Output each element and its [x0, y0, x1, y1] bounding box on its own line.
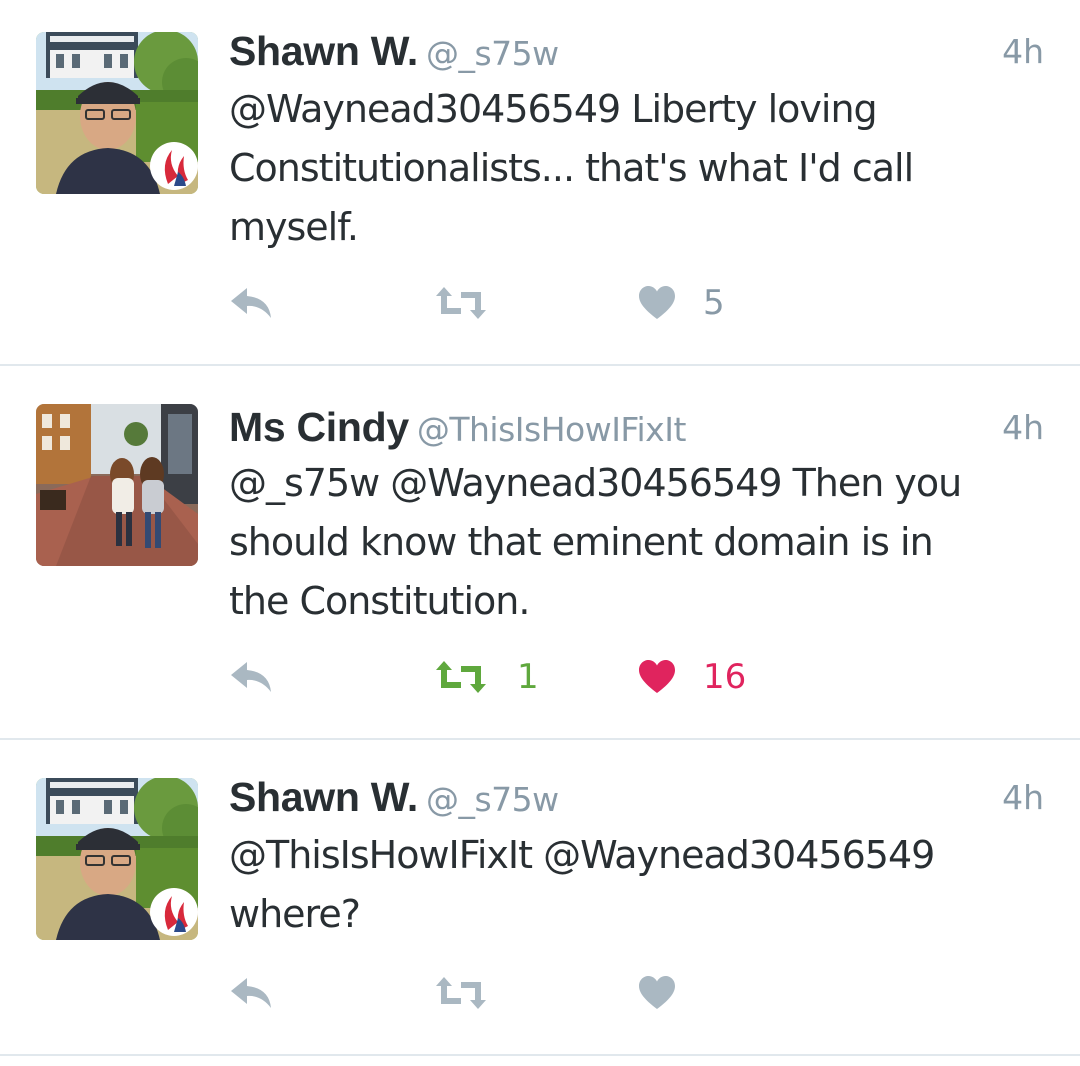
heart-icon — [639, 660, 675, 693]
author-name[interactable]: Ms Cindy — [229, 404, 409, 450]
reply-button[interactable] — [229, 652, 275, 702]
reply-button[interactable] — [229, 968, 275, 1018]
retweet-icon — [436, 287, 486, 319]
tweet-header: Shawn W. @_s75w 4h — [229, 774, 1044, 822]
retweet-button[interactable] — [433, 968, 517, 1018]
tweet[interactable]: Shawn W. @_s75w 4h @Waynead30456549 Liber… — [0, 0, 1080, 366]
avatar-photo-two-girls-walking — [36, 404, 198, 566]
like-button[interactable]: 16 — [637, 652, 746, 702]
reply-arrow-icon — [231, 662, 271, 692]
tweet-text-line: myself. — [229, 205, 359, 249]
like-button[interactable]: 5 — [637, 278, 725, 328]
timestamp[interactable]: 4h — [1002, 32, 1044, 71]
reply-button[interactable] — [229, 278, 275, 328]
timestamp[interactable]: 4h — [1002, 408, 1044, 447]
tweet-text: @_s75w @Waynead30456549 Then you should … — [229, 454, 1029, 631]
timestamp[interactable]: 4h — [1002, 778, 1044, 817]
tweet-header: Shawn W. @_s75w 4h — [229, 28, 1044, 76]
retweet-icon — [436, 977, 486, 1009]
heart-icon — [639, 976, 675, 1009]
tweet-text-line: should know that eminent domain is in — [229, 520, 934, 564]
tweet-header: Ms Cindy @ThisIsHowIFixIt 4h — [229, 404, 1044, 452]
like-button[interactable] — [637, 968, 703, 1018]
author-handle[interactable]: @_s75w — [426, 780, 559, 819]
retweet-icon — [436, 661, 486, 693]
avatar-photo-man-with-cap — [36, 32, 198, 194]
avatar[interactable] — [36, 32, 198, 194]
retweet-button[interactable] — [433, 278, 517, 328]
author-name[interactable]: Shawn W. — [229, 28, 418, 74]
avatar[interactable] — [36, 404, 198, 566]
tweet-text-line: @ThisIsHowIFixIt @Waynead30456549 — [229, 833, 935, 877]
retweet-button[interactable]: 1 — [433, 652, 539, 702]
tweet[interactable]: Shawn W. @_s75w 4h @ThisIsHowIFixIt @Wayn… — [0, 740, 1080, 1056]
author-handle[interactable]: @ThisIsHowIFixIt — [417, 410, 687, 449]
like-count: 16 — [703, 657, 747, 697]
reply-arrow-icon — [231, 978, 271, 1008]
tweet-text-line: Constitutionalists... that's what I'd ca… — [229, 146, 914, 190]
retweet-count: 1 — [517, 657, 539, 697]
avatar[interactable] — [36, 778, 198, 940]
tweet-text-line: the Constitution. — [229, 579, 530, 623]
reply-arrow-icon — [231, 288, 271, 318]
tweet-text: @Waynead30456549 Liberty loving Constitu… — [229, 80, 1029, 257]
tweet-timeline: Shawn W. @_s75w 4h @Waynead30456549 Liber… — [0, 0, 1080, 1066]
tweet-text-line: where? — [229, 892, 361, 936]
tweet[interactable]: Ms Cindy @ThisIsHowIFixIt 4h @_s75w @Wayn… — [0, 366, 1080, 740]
tweet-text: @ThisIsHowIFixIt @Waynead30456549 where? — [229, 826, 1029, 944]
author-name[interactable]: Shawn W. — [229, 774, 418, 820]
like-count: 5 — [703, 283, 725, 323]
avatar-photo-man-with-cap — [36, 778, 198, 940]
tweet-text-line: @Waynead30456549 Liberty loving — [229, 87, 878, 131]
tweet-text-line: @_s75w @Waynead30456549 Then you — [229, 461, 962, 505]
heart-icon — [639, 286, 675, 319]
author-handle[interactable]: @_s75w — [426, 34, 559, 73]
